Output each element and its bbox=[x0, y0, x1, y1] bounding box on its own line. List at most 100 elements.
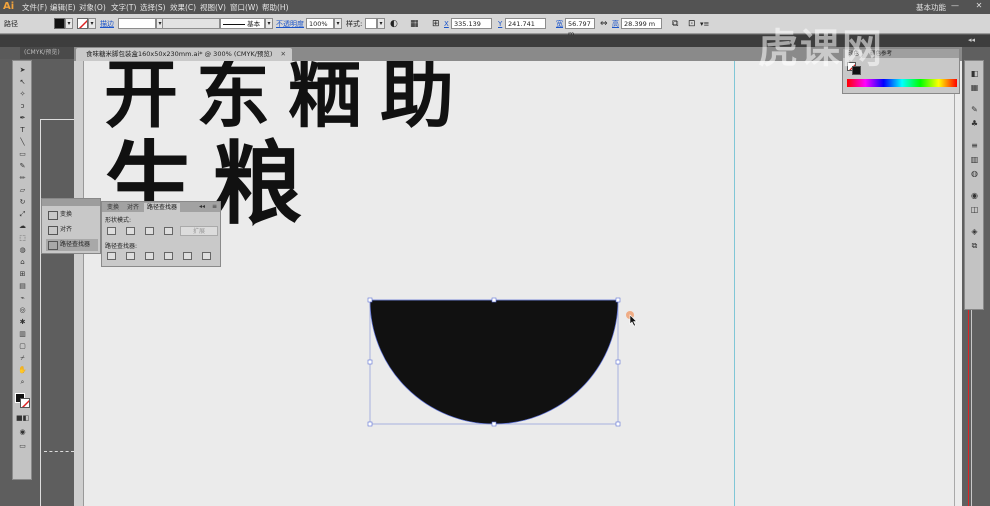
rotate-tool-icon[interactable]: ↻ bbox=[16, 197, 29, 207]
transform-panel-button[interactable]: 变换 bbox=[46, 209, 98, 221]
expand-button[interactable]: 扩展 bbox=[180, 226, 218, 236]
symbol-sprayer-tool-icon[interactable]: ✱ bbox=[16, 317, 29, 327]
variable-width-field[interactable] bbox=[162, 18, 220, 29]
menu-window[interactable]: 窗口(W) bbox=[230, 2, 258, 13]
color-spectrum[interactable] bbox=[847, 79, 957, 87]
semicircle-shape[interactable] bbox=[364, 294, 634, 434]
unite-icon[interactable] bbox=[107, 227, 116, 235]
menu-edit[interactable]: 编辑(E) bbox=[50, 2, 76, 13]
artboard-tool-icon[interactable]: ▢ bbox=[16, 341, 29, 351]
workspace-switcher[interactable]: 基本功能 bbox=[916, 2, 946, 13]
stroke-color-icon[interactable] bbox=[20, 398, 30, 408]
close-tab-icon[interactable]: ✕ bbox=[281, 50, 286, 58]
minus-front-icon[interactable] bbox=[126, 227, 135, 235]
stroke-style-field[interactable]: 基本 bbox=[220, 18, 265, 29]
isolate-icon[interactable]: ⊡ bbox=[688, 18, 696, 30]
perspective-grid-tool-icon[interactable]: ⌂ bbox=[16, 257, 29, 267]
drawing-mode-icon[interactable]: ◉ bbox=[16, 427, 29, 437]
inactive-document-tab[interactable]: (CMYK/预览) bbox=[20, 47, 74, 59]
exclude-icon[interactable] bbox=[164, 227, 173, 235]
slice-tool-icon[interactable]: ⌿ bbox=[16, 353, 29, 363]
screen-mode-icon[interactable]: ▭ bbox=[16, 441, 29, 451]
artboard-canvas[interactable]: 开东粞助 生粮 bbox=[84, 61, 962, 506]
menu-effect[interactable]: 效果(C) bbox=[170, 2, 196, 13]
gradient-tool-icon[interactable]: ▤ bbox=[16, 281, 29, 291]
pen-tool-icon[interactable]: ✒ bbox=[16, 113, 29, 123]
menu-select[interactable]: 选择(S) bbox=[140, 2, 166, 13]
magic-wand-tool-icon[interactable]: ✧ bbox=[16, 89, 29, 99]
blend-tool-icon[interactable]: ◎ bbox=[16, 305, 29, 315]
menu-type[interactable]: 文字(T) bbox=[111, 2, 136, 13]
warp-tool-icon[interactable]: ☁ bbox=[16, 221, 29, 231]
hand-tool-icon[interactable]: ✋ bbox=[16, 365, 29, 375]
stroke-label[interactable]: 描边 bbox=[100, 18, 114, 30]
divide-icon[interactable] bbox=[107, 252, 116, 260]
layers-icon[interactable]: ◈ bbox=[969, 227, 980, 236]
align-icon[interactable]: ▦ bbox=[410, 18, 419, 30]
height-field[interactable]: 28.399 m bbox=[621, 18, 662, 29]
pencil-tool-icon[interactable]: ✏ bbox=[16, 173, 29, 183]
line-tool-icon[interactable]: ╲ bbox=[16, 137, 29, 147]
paintbrush-tool-icon[interactable]: ✎ bbox=[16, 161, 29, 171]
selection-tool-icon[interactable]: ➤ bbox=[16, 65, 29, 75]
swatches-icon[interactable]: ▦ bbox=[969, 83, 980, 92]
eraser-tool-icon[interactable]: ▱ bbox=[16, 185, 29, 195]
recolor-icon[interactable]: ◐ bbox=[390, 18, 398, 30]
menu-object[interactable]: 对象(O) bbox=[79, 2, 106, 13]
scale-tool-icon[interactable]: ⤢ bbox=[16, 209, 29, 219]
fill-swatch[interactable] bbox=[54, 18, 65, 29]
reference-point-icon[interactable]: ⊞ bbox=[432, 18, 440, 30]
width-field[interactable]: 56.797 m bbox=[565, 18, 595, 38]
tab-align[interactable]: 对齐 bbox=[124, 203, 142, 212]
panel-header[interactable] bbox=[42, 199, 100, 206]
brushes-icon[interactable]: ✎ bbox=[969, 105, 980, 114]
type-tool-icon[interactable]: T bbox=[16, 125, 29, 135]
tab-pathfinder[interactable]: 路径查找器 bbox=[144, 203, 181, 212]
opacity-label[interactable]: 不透明度 bbox=[276, 18, 304, 30]
merge-icon[interactable] bbox=[145, 252, 154, 260]
lasso-tool-icon[interactable]: ↄ bbox=[16, 101, 29, 111]
free-transform-tool-icon[interactable]: ⬚ bbox=[16, 233, 29, 243]
mesh-tool-icon[interactable]: ⊞ bbox=[16, 269, 29, 279]
eyedropper-tool-icon[interactable]: ⌁ bbox=[16, 293, 29, 303]
stroke-swatch[interactable] bbox=[77, 18, 88, 29]
menu-view[interactable]: 视图(V) bbox=[200, 2, 226, 13]
trim-icon[interactable] bbox=[126, 252, 135, 260]
y-field[interactable]: 241.741 bbox=[505, 18, 546, 29]
panel-menu-icon[interactable]: ≡ bbox=[212, 203, 217, 210]
pathfinder-panel-button[interactable]: 路径查找器 bbox=[46, 239, 98, 251]
document-tab[interactable]: 食味糖米脚包装盒160x50x230mm.ai* @ 300% (CMYK/预览… bbox=[76, 48, 292, 61]
stroke-weight-field[interactable] bbox=[118, 18, 156, 29]
outline-icon[interactable] bbox=[183, 252, 192, 260]
appearance-icon[interactable]: ◉ bbox=[969, 191, 980, 200]
rectangle-tool-icon[interactable]: ▭ bbox=[16, 149, 29, 159]
transform-icon[interactable]: ⧉ bbox=[672, 18, 678, 30]
stroke-icon[interactable]: ≡ bbox=[969, 141, 980, 150]
align-panel-button[interactable]: 对齐 bbox=[46, 224, 98, 236]
menu-help[interactable]: 帮助(H) bbox=[262, 2, 289, 13]
chevron-down-icon[interactable]: ▾ bbox=[377, 18, 385, 29]
chevron-down-icon[interactable]: ▾ bbox=[334, 18, 342, 29]
style-swatch[interactable] bbox=[365, 18, 377, 29]
menu-file[interactable]: 文件(F) bbox=[22, 2, 47, 13]
direct-selection-tool-icon[interactable]: ↖ bbox=[16, 77, 29, 87]
panel-menu-icon[interactable]: ▾≡ bbox=[700, 18, 709, 30]
chevron-down-icon[interactable]: ▾ bbox=[265, 18, 273, 29]
close-button[interactable]: ✕ bbox=[974, 1, 984, 11]
graphic-styles-icon[interactable]: ◫ bbox=[969, 205, 980, 214]
chevron-down-icon[interactable]: ▾ bbox=[88, 18, 96, 29]
tab-transform[interactable]: 变换 bbox=[104, 203, 122, 212]
vertical-ruler[interactable] bbox=[74, 61, 84, 506]
symbols-icon[interactable]: ♣ bbox=[969, 119, 980, 128]
intersect-icon[interactable] bbox=[145, 227, 154, 235]
panel-collapse-icon[interactable]: ◂◂ bbox=[199, 203, 205, 210]
crop-icon[interactable] bbox=[164, 252, 173, 260]
color-guide-icon[interactable]: ◧ bbox=[969, 69, 980, 78]
color-mode-icon[interactable]: ■◧ bbox=[16, 413, 29, 423]
column-graph-tool-icon[interactable]: ▥ bbox=[16, 329, 29, 339]
transparency-icon[interactable]: ◍ bbox=[969, 169, 980, 178]
shape-builder-tool-icon[interactable]: ◍ bbox=[16, 245, 29, 255]
collapse-panels-icon[interactable]: ◂◂ bbox=[968, 36, 975, 44]
link-icon[interactable]: ⇔ bbox=[600, 18, 608, 30]
chevron-down-icon[interactable]: ▾ bbox=[65, 18, 73, 29]
